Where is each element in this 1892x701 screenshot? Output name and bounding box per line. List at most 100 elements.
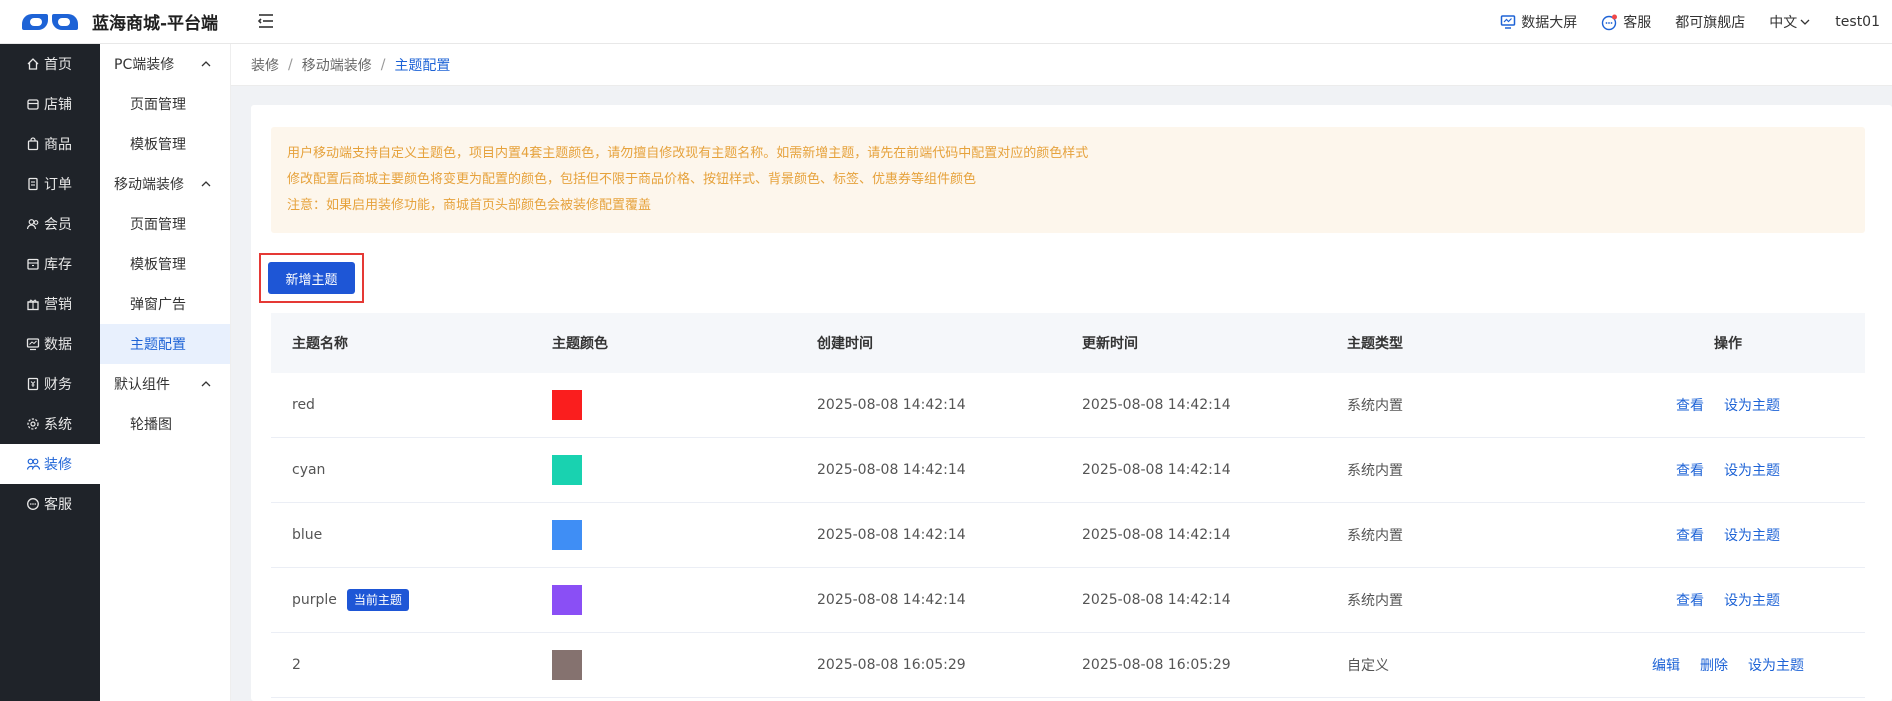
theme-table: 主题名称 主题颜色 创建时间 更新时间 主题类型 操作 red 2025-08-… — [271, 313, 1865, 698]
nav-item-decorate[interactable]: 装修 — [0, 444, 100, 484]
submenu-group-mobile[interactable]: 移动端装修 — [100, 164, 230, 204]
breadcrumb-level1[interactable]: 装修 — [251, 55, 279, 75]
order-icon — [28, 177, 38, 191]
view-link[interactable]: 查看 — [1676, 460, 1704, 480]
set-theme-link[interactable]: 设为主题 — [1724, 590, 1780, 610]
set-theme-link[interactable]: 设为主题 — [1724, 395, 1780, 415]
theme-type: 系统内置 — [1347, 463, 1403, 479]
set-theme-link[interactable]: 设为主题 — [1724, 460, 1780, 480]
add-theme-button[interactable]: 新增主题 — [268, 262, 355, 294]
nav-item-marketing[interactable]: 营销 — [0, 284, 100, 324]
nav-item-goods[interactable]: 商品 — [0, 124, 100, 164]
nav-item-system[interactable]: 系统 — [0, 404, 100, 444]
language-selector[interactable]: 中文 — [1769, 12, 1811, 32]
table-row: 2 2025-08-08 16:05:29 2025-08-08 16:05:2… — [271, 633, 1865, 698]
breadcrumb-current: 主题配置 — [394, 57, 451, 74]
nav-item-store[interactable]: 店铺 — [0, 84, 100, 124]
col-header-updated: 更新时间 — [1082, 336, 1138, 352]
nav-label: 库存 — [44, 257, 72, 273]
nav-item-order[interactable]: 订单 — [0, 164, 100, 204]
created-time: 2025-08-08 14:42:14 — [817, 397, 966, 413]
theme-name: blue — [292, 527, 323, 543]
theme-name: red — [292, 397, 315, 413]
nav-item-service[interactable]: 客服 — [0, 484, 100, 524]
submenu-group-label: 默认组件 — [114, 377, 170, 393]
nav-item-data[interactable]: 数据 — [0, 324, 100, 364]
store-name: 都可旗舰店 — [1675, 15, 1746, 31]
created-time: 2025-08-08 14:42:14 — [817, 527, 966, 543]
theme-type: 系统内置 — [1347, 593, 1403, 609]
nav-item-home[interactable]: 首页 — [0, 44, 100, 84]
main-sidebar: 首页 店铺 商品 订单 会员 库存 营销 数据 财务 系统 装修 客服 — [0, 44, 100, 701]
set-theme-link[interactable]: 设为主题 — [1724, 525, 1780, 545]
view-link[interactable]: 查看 — [1676, 395, 1704, 415]
nav-label: 商品 — [44, 137, 72, 153]
theme-config-card: 用户移动端支持自定义主题色，项目内置4套主题颜色，请勿擅自修改现有主题名称。如需… — [251, 105, 1892, 701]
menu-collapse-icon[interactable] — [256, 11, 276, 31]
nav-label: 营销 — [44, 297, 72, 313]
logo-mark — [22, 12, 78, 32]
submenu-item-carousel[interactable]: 轮播图 — [100, 404, 230, 444]
delete-link[interactable]: 删除 — [1700, 655, 1728, 675]
breadcrumb-level2[interactable]: 移动端装修 — [302, 55, 372, 75]
breadcrumb-separator: / — [380, 56, 386, 73]
finance-icon — [27, 377, 39, 391]
col-header-name: 主题名称 — [292, 336, 348, 352]
chevron-up-icon — [201, 381, 211, 387]
nav-label: 财务 — [44, 377, 72, 393]
view-link[interactable]: 查看 — [1676, 525, 1704, 545]
user-name: test01 — [1835, 14, 1880, 30]
big-screen-button[interactable]: 数据大屏 — [1500, 12, 1577, 32]
notice-line: 注意：如果启用装修功能，商城首页头部颜色会被装修配置覆盖 — [287, 198, 652, 213]
submenu-item-theme-config[interactable]: 主题配置 — [100, 324, 230, 364]
notice-alert: 用户移动端支持自定义主题色，项目内置4套主题颜色，请勿擅自修改现有主题名称。如需… — [271, 127, 1865, 233]
store-switcher[interactable]: 都可旗舰店 — [1675, 12, 1745, 32]
submenu-group-pc[interactable]: PC端装修 — [100, 44, 230, 84]
nav-label: 会员 — [44, 217, 72, 233]
nav-label: 店铺 — [44, 97, 72, 113]
table-row: blue 2025-08-08 14:42:14 2025-08-08 14:4… — [271, 503, 1865, 568]
updated-time: 2025-08-08 14:42:14 — [1082, 527, 1231, 543]
nav-item-inventory[interactable]: 库存 — [0, 244, 100, 284]
nav-label: 订单 — [44, 177, 72, 193]
chevron-up-icon — [201, 61, 211, 67]
submenu-item-mobile-templates[interactable]: 模板管理 — [100, 244, 230, 284]
inventory-icon — [27, 258, 39, 270]
home-icon — [27, 58, 39, 70]
set-theme-link[interactable]: 设为主题 — [1748, 655, 1804, 675]
customer-service-button[interactable]: 客服 — [1601, 12, 1651, 32]
member-icon — [26, 219, 39, 230]
table-row: red 2025-08-08 14:42:14 2025-08-08 14:42… — [271, 373, 1865, 438]
table-row: purple 当前主题 2025-08-08 14:42:14 2025-08-… — [271, 568, 1865, 633]
gear-icon — [27, 418, 39, 430]
decorate-icon — [26, 458, 40, 470]
nav-label: 系统 — [44, 417, 72, 433]
submenu-item-pc-templates[interactable]: 模板管理 — [100, 124, 230, 164]
breadcrumb-separator: / — [288, 56, 293, 73]
monitor-icon — [1501, 15, 1516, 29]
nav-item-finance[interactable]: 财务 — [0, 364, 100, 404]
user-menu[interactable]: test01 — [1835, 14, 1880, 30]
logo: 蓝海商城-平台端 — [0, 0, 230, 44]
submenu-item-popup-ads[interactable]: 弹窗广告 — [100, 284, 230, 324]
theme-type: 系统内置 — [1347, 398, 1403, 414]
submenu-item-pc-pages[interactable]: 页面管理 — [100, 84, 230, 124]
col-header-type: 主题类型 — [1347, 336, 1403, 352]
table-header: 主题名称 主题颜色 创建时间 更新时间 主题类型 操作 — [271, 313, 1865, 373]
submenu-item-mobile-pages[interactable]: 页面管理 — [100, 204, 230, 244]
notice-line: 修改配置后商城主要颜色将变更为配置的颜色，包括但不限于商品价格、按钮样式、背景颜… — [287, 172, 977, 187]
top-header: 蓝海商城-平台端 数据大屏 客服 都可旗舰店 中文 test01 — [0, 0, 1892, 44]
submenu-group-default[interactable]: 默认组件 — [100, 364, 230, 404]
view-link[interactable]: 查看 — [1676, 590, 1704, 610]
updated-time: 2025-08-08 16:05:29 — [1082, 657, 1231, 673]
table-row: cyan 2025-08-08 14:42:14 2025-08-08 14:4… — [271, 438, 1865, 503]
service-icon — [1602, 14, 1618, 30]
customer-service-label: 客服 — [1623, 15, 1652, 31]
edit-link[interactable]: 编辑 — [1652, 655, 1680, 675]
nav-item-member[interactable]: 会员 — [0, 204, 100, 244]
created-time: 2025-08-08 16:05:29 — [817, 657, 966, 673]
chat-icon — [27, 498, 39, 510]
add-theme-highlight: 新增主题 — [259, 253, 364, 303]
theme-name: 2 — [292, 657, 301, 673]
updated-time: 2025-08-08 14:42:14 — [1082, 592, 1231, 608]
